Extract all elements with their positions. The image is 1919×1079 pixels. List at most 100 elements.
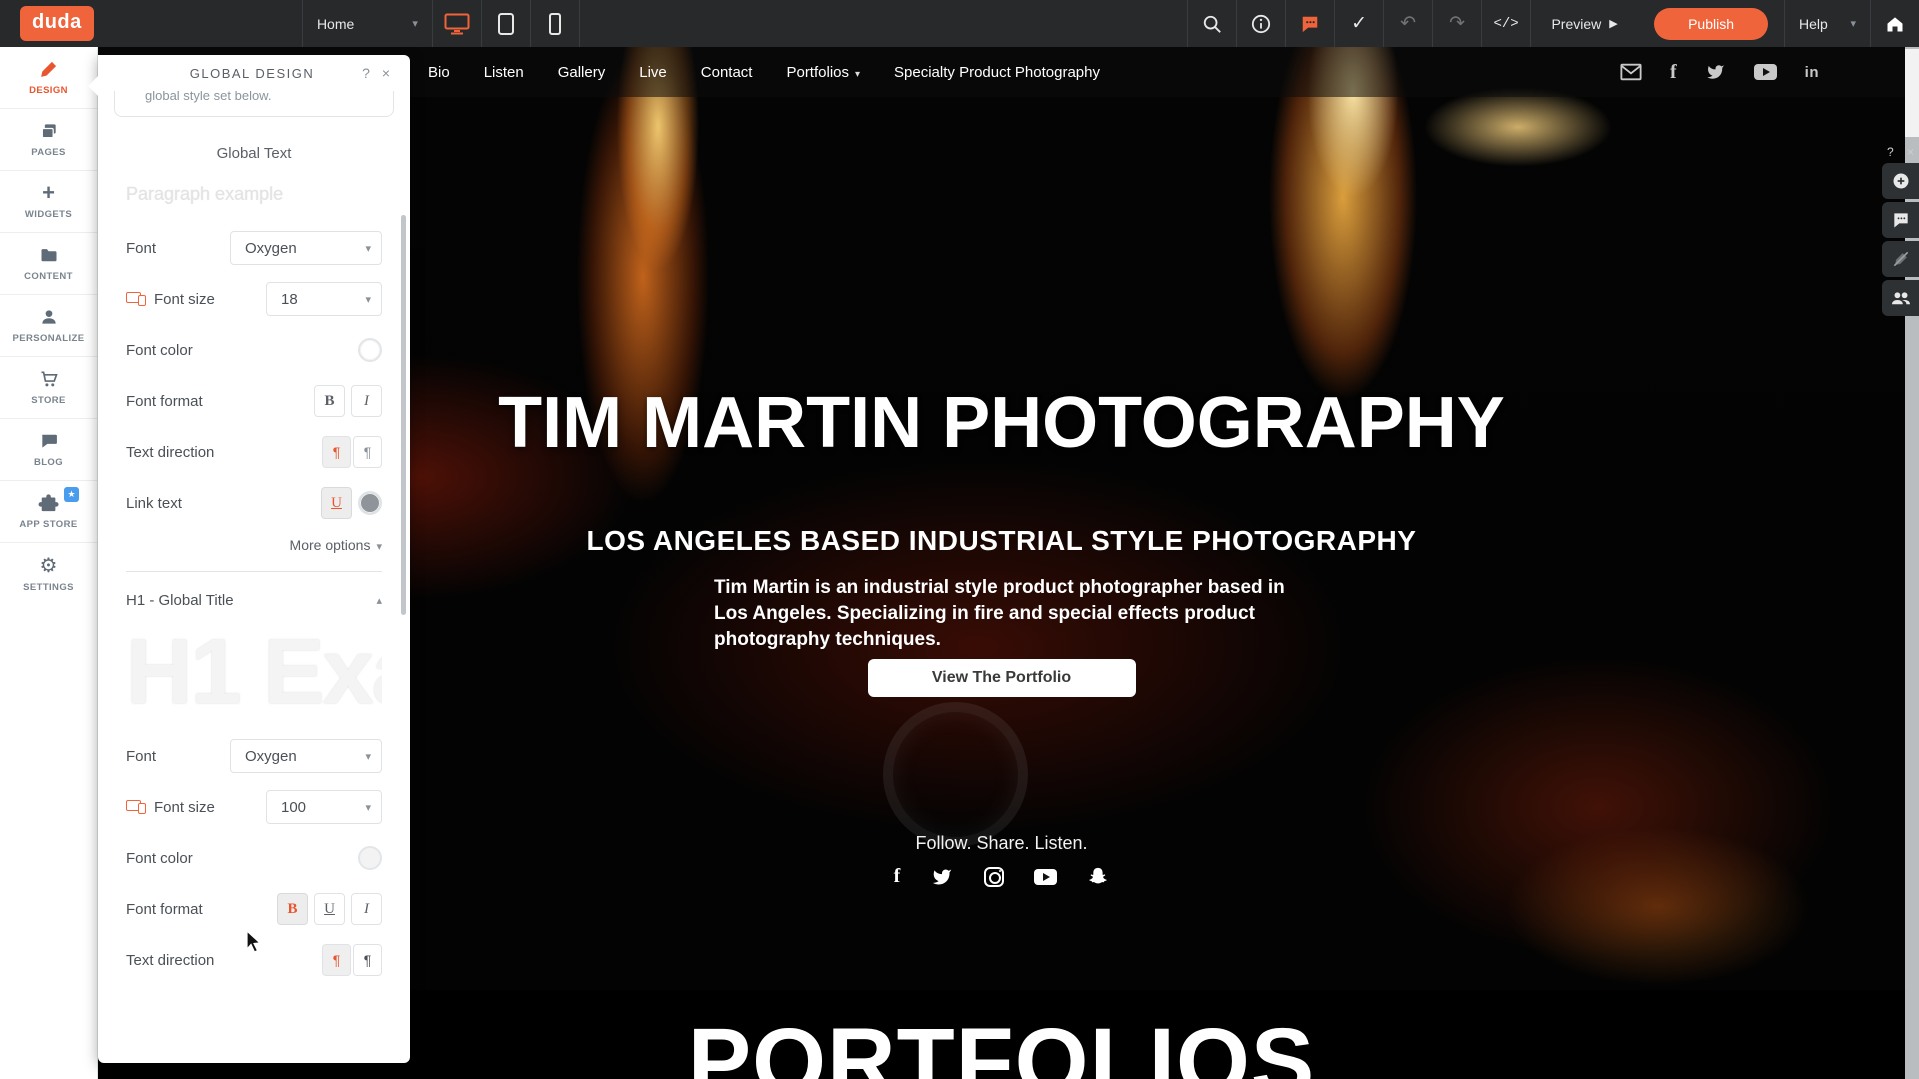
h1-ltr-button[interactable]: ¶	[322, 944, 351, 976]
sidebar-item-design[interactable]: DESIGN	[0, 47, 97, 109]
sidebar-item-personalize[interactable]: PERSONALIZE	[0, 295, 97, 357]
instagram-icon[interactable]	[984, 867, 1004, 887]
font-size-label: Font size	[126, 799, 215, 816]
info-button[interactable]	[1236, 0, 1285, 47]
responsive-devices-icon	[126, 292, 146, 306]
redo-icon: ↷	[1449, 12, 1465, 35]
sidebar-item-content[interactable]: CONTENT	[0, 233, 97, 295]
gear-icon: ⚙	[40, 556, 58, 576]
h1-underline-button[interactable]: U	[314, 893, 345, 925]
link-underline-button[interactable]: U	[321, 487, 352, 519]
chevron-down-icon: ▾	[365, 242, 371, 255]
font-size-select[interactable]: 18 ▾	[266, 282, 382, 316]
sidebar-item-label: PAGES	[31, 147, 66, 158]
snapchat-icon[interactable]	[1087, 866, 1109, 888]
font-label: Font	[126, 240, 156, 257]
toolbar-close-button[interactable]: ×	[1907, 145, 1914, 159]
ltr-button[interactable]: ¶	[322, 436, 351, 468]
search-button[interactable]	[1187, 0, 1236, 47]
twitter-icon[interactable]	[930, 867, 954, 887]
dashboard-home-button[interactable]	[1870, 0, 1919, 47]
sidebar-item-label: SETTINGS	[23, 582, 74, 593]
h1-italic-button[interactable]: I	[351, 893, 382, 925]
sidebar-item-label: CONTENT	[24, 271, 73, 282]
panel-help-button[interactable]: ?	[356, 65, 376, 81]
h1-font-color-swatch[interactable]	[358, 846, 382, 870]
font-color-label: Font color	[126, 850, 193, 867]
font-select[interactable]: Oxygen ▾	[230, 231, 382, 265]
puzzle-icon	[38, 493, 60, 513]
italic-button[interactable]: I	[351, 385, 382, 417]
editor-topbar: duda Home ▾ ✓ ↶	[0, 0, 1919, 47]
link-text-label: Link text	[126, 495, 182, 512]
duda-logo[interactable]: duda	[20, 6, 94, 41]
mobile-view-button[interactable]	[530, 0, 579, 47]
redo-button[interactable]: ↷	[1432, 0, 1481, 47]
desktop-view-button[interactable]	[432, 0, 481, 47]
rtl-button[interactable]: ¶	[353, 436, 382, 468]
text-direction-label: Text direction	[126, 952, 214, 969]
font-select-value: Oxygen	[245, 240, 297, 257]
chevron-down-icon: ▾	[376, 541, 382, 553]
sidebar-item-label: STORE	[31, 395, 66, 406]
h1-bold-button[interactable]: B	[277, 893, 308, 925]
new-badge-star-icon: ★	[64, 487, 79, 502]
sidebar-item-blog[interactable]: BLOG	[0, 419, 97, 481]
bold-button[interactable]: B	[314, 385, 345, 417]
feedback-button[interactable]	[1285, 0, 1334, 47]
plus-icon: +	[42, 183, 55, 203]
text-direction-label: Text direction	[126, 444, 214, 461]
home-icon	[1885, 14, 1905, 34]
youtube-icon[interactable]	[1034, 869, 1057, 885]
more-options-link[interactable]: More options▾	[126, 537, 382, 553]
undo-button[interactable]: ↶	[1383, 0, 1432, 47]
collapse-chevron-icon[interactable]: ▴	[376, 594, 382, 607]
comments-icon	[1891, 210, 1911, 230]
link-color-swatch[interactable]	[358, 491, 382, 515]
panel-close-button[interactable]: ×	[376, 65, 396, 81]
person-icon	[39, 307, 59, 327]
sidebar-item-app-store[interactable]: ★ APP STORE	[0, 481, 97, 543]
play-icon: ▶	[1609, 17, 1617, 30]
help-dropdown[interactable]: Help ▾	[1784, 0, 1870, 47]
sidebar-item-label: PERSONALIZE	[13, 333, 85, 344]
responsive-devices-icon	[126, 800, 146, 814]
view-portfolio-button[interactable]: View The Portfolio	[868, 659, 1136, 697]
h1-font-size-select[interactable]: 100 ▾	[266, 790, 382, 824]
save-check-button[interactable]: ✓	[1334, 0, 1383, 47]
font-size-value: 18	[281, 291, 298, 308]
help-label: Help	[1799, 16, 1828, 32]
chevron-down-icon: ▾	[365, 801, 371, 814]
panel-scrollbar-thumb[interactable]	[401, 215, 406, 615]
sidebar-item-settings[interactable]: ⚙ SETTINGS	[0, 543, 97, 605]
feedback-chat-icon	[1300, 14, 1320, 34]
paragraph-example-preview: Paragraph example	[126, 184, 382, 205]
page-selector-dropdown[interactable]: Home ▾	[302, 0, 432, 47]
dev-mode-button[interactable]: </>	[1481, 0, 1530, 47]
h1-section-heading: H1 - Global Title	[126, 592, 234, 609]
toolbar-help-button[interactable]: ?	[1887, 145, 1894, 159]
tablet-view-button[interactable]	[481, 0, 530, 47]
sidebar-item-store[interactable]: STORE	[0, 357, 97, 419]
facebook-icon[interactable]: f	[894, 865, 901, 888]
comments-button[interactable]	[1882, 202, 1919, 238]
sidebar-item-widgets[interactable]: + WIDGETS	[0, 171, 97, 233]
zoom-button[interactable]	[1882, 163, 1919, 199]
preview-button[interactable]: Preview ▶	[1530, 0, 1638, 47]
font-color-swatch[interactable]	[358, 338, 382, 362]
font-color-label: Font color	[126, 342, 193, 359]
scrollbar-thumb[interactable]	[1905, 49, 1919, 137]
info-note-text: global style set below.	[145, 91, 363, 103]
publish-button[interactable]: Publish	[1654, 8, 1768, 40]
h1-example-preview: H1 Example	[126, 613, 382, 731]
hero-description[interactable]: Tim Martin is an industrial style produc…	[714, 575, 1289, 653]
hide-elements-button[interactable]	[1882, 241, 1919, 277]
sidebar-item-pages[interactable]: PAGES	[0, 109, 97, 171]
sidebar-item-label: DESIGN	[29, 85, 68, 96]
h1-font-select[interactable]: Oxygen ▾	[230, 739, 382, 773]
page-selector-value: Home	[317, 16, 354, 32]
h1-rtl-button[interactable]: ¶	[353, 944, 382, 976]
global-text-heading: Global Text	[126, 145, 382, 162]
collaborators-button[interactable]	[1882, 280, 1919, 316]
preview-label: Preview	[1551, 16, 1601, 32]
